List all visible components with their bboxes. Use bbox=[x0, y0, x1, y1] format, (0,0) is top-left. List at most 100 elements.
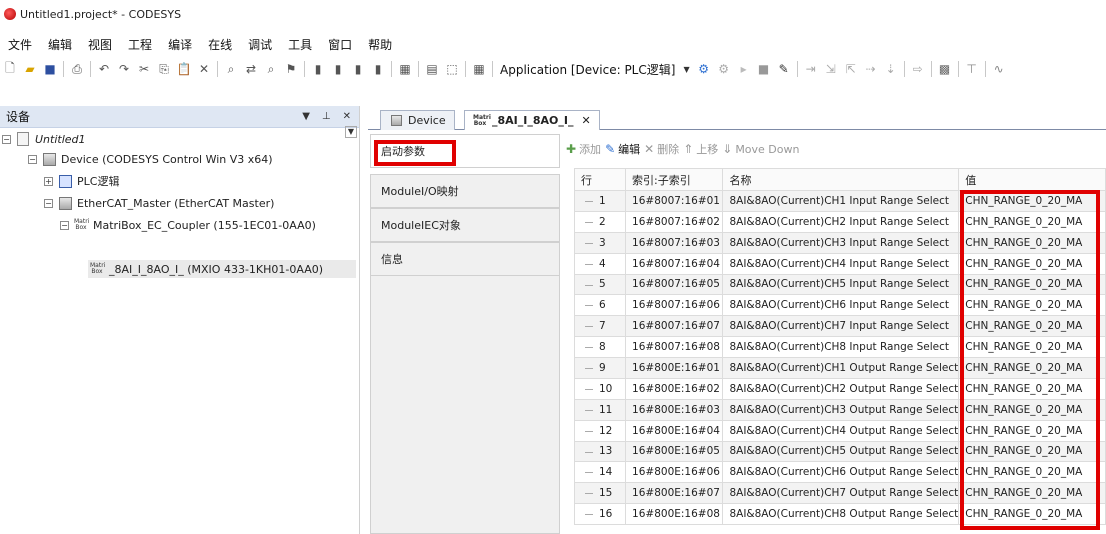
tab-io-module[interactable]: Matri Box _8AI_I_8AO_I_ ✕ bbox=[464, 110, 600, 130]
table-row[interactable]: 7 16#8007:16#07 8AI&8AO(Current)CH7 Input … bbox=[573, 315, 1106, 338]
copy-icon[interactable]: ⎘ bbox=[156, 61, 172, 77]
pane-menu-chevron-down-icon[interactable]: ▼ bbox=[302, 111, 310, 122]
cell-index[interactable]: 16#800E:16#08 bbox=[625, 503, 724, 525]
step-into-icon[interactable]: ⇲ bbox=[823, 61, 839, 77]
cell-index[interactable]: 16#8007:16#07 bbox=[625, 315, 724, 338]
tab-io-mapping[interactable]: ModuleI/O映射 bbox=[370, 174, 560, 208]
redo-icon[interactable]: ↷ bbox=[116, 61, 132, 77]
menu-edit[interactable]: 编辑 bbox=[40, 36, 80, 53]
menu-debug[interactable]: 调试 bbox=[240, 36, 280, 53]
pin-icon[interactable]: ⊥ bbox=[322, 111, 331, 122]
stop-icon[interactable]: ■ bbox=[756, 61, 772, 77]
cell-row-number[interactable]: 11 bbox=[573, 398, 627, 421]
cell-name[interactable]: 8AI&8AO(Current)CH7 Output Range Select bbox=[722, 482, 960, 505]
tab-iec-objects[interactable]: ModuleIEC对象 bbox=[370, 208, 560, 242]
cell-row-number[interactable]: 16 bbox=[573, 503, 627, 525]
logout-icon[interactable]: ⚙ bbox=[716, 61, 732, 77]
expand-icon[interactable]: + bbox=[44, 176, 53, 186]
write-values-icon[interactable]: ▩ bbox=[937, 61, 953, 77]
cell-index[interactable]: 16#8007:16#08 bbox=[625, 336, 724, 358]
calendar-icon[interactable]: ▦ bbox=[471, 61, 487, 77]
menu-view[interactable]: 视图 bbox=[80, 36, 120, 53]
new-file-icon[interactable]: 🗋 bbox=[2, 61, 18, 77]
add-button[interactable]: ✚ 添加 bbox=[566, 141, 601, 157]
force-values-icon[interactable]: ⊤ bbox=[964, 61, 980, 77]
cell-index[interactable]: 16#800E:16#03 bbox=[625, 398, 724, 421]
cell-value[interactable]: CHN_RANGE_0_20_MA bbox=[958, 315, 1106, 338]
edit-button[interactable]: ✎ 编辑 bbox=[605, 141, 640, 157]
table-row[interactable]: 3 16#8007:16#03 8AI&8AO(Current)CH3 Input … bbox=[573, 231, 1106, 254]
cell-index[interactable]: 16#8007:16#03 bbox=[625, 231, 724, 254]
cell-index[interactable]: 16#8007:16#04 bbox=[625, 252, 724, 275]
table-row[interactable]: 4 16#8007:16#04 8AI&8AO(Current)CH4 Input … bbox=[573, 252, 1106, 275]
insert-icon[interactable]: ▤ bbox=[424, 61, 440, 77]
menu-build[interactable]: 编译 bbox=[160, 36, 200, 53]
cell-name[interactable]: 8AI&8AO(Current)CH1 Output Range Select bbox=[722, 357, 960, 379]
menu-project[interactable]: 工程 bbox=[120, 36, 160, 53]
unforce-values-icon[interactable]: ∿ bbox=[991, 61, 1007, 77]
table-row[interactable]: 14 16#800E:16#06 8AI&8AO(Current)CH6 Outpu… bbox=[573, 461, 1106, 484]
cell-value[interactable]: CHN_RANGE_0_20_MA bbox=[958, 294, 1106, 317]
cell-row-number[interactable]: 10 bbox=[573, 377, 627, 400]
menu-window[interactable]: 窗口 bbox=[320, 36, 360, 53]
cell-name[interactable]: 8AI&8AO(Current)CH4 Input Range Select bbox=[722, 252, 960, 275]
cell-value[interactable]: CHN_RANGE_0_20_MA bbox=[958, 461, 1106, 484]
collapse-icon[interactable]: − bbox=[28, 154, 37, 164]
open-folder-icon[interactable]: ▰ bbox=[22, 61, 38, 77]
table-row[interactable]: 15 16#800E:16#07 8AI&8AO(Current)CH7 Outpu… bbox=[573, 482, 1106, 505]
cell-row-number[interactable]: 5 bbox=[573, 273, 627, 296]
tree-dropdown-chevron-down-icon[interactable]: ▼ bbox=[345, 126, 357, 138]
table-row[interactable]: 13 16#800E:16#05 8AI&8AO(Current)CH5 Outpu… bbox=[573, 440, 1106, 463]
cell-index[interactable]: 16#800E:16#04 bbox=[625, 419, 724, 442]
cell-value[interactable]: CHN_RANGE_0_20_MA bbox=[958, 252, 1106, 275]
table-row[interactable]: 5 16#8007:16#05 8AI&8AO(Current)CH5 Input … bbox=[573, 273, 1106, 296]
cut-icon[interactable]: ✂ bbox=[136, 61, 152, 77]
cell-index[interactable]: 16#8007:16#02 bbox=[625, 210, 724, 233]
cell-value[interactable]: CHN_RANGE_0_20_MA bbox=[958, 357, 1106, 379]
cell-index[interactable]: 16#800E:16#01 bbox=[625, 357, 724, 379]
cell-row-number[interactable]: 4 bbox=[573, 252, 627, 275]
collapse-icon[interactable]: − bbox=[2, 134, 11, 144]
cell-value[interactable]: CHN_RANGE_0_20_MA bbox=[958, 210, 1106, 233]
cell-value[interactable]: CHN_RANGE_0_20_MA bbox=[958, 231, 1106, 254]
undo-icon[interactable]: ↶ bbox=[96, 61, 112, 77]
cell-row-number[interactable]: 13 bbox=[573, 440, 627, 463]
bookmark-prev-icon[interactable]: ▮ bbox=[350, 61, 366, 77]
save-icon[interactable]: ■ bbox=[42, 61, 58, 77]
table-row[interactable]: 10 16#800E:16#02 8AI&8AO(Current)CH2 Outpu… bbox=[573, 377, 1106, 400]
collapse-icon[interactable]: − bbox=[44, 198, 53, 208]
cell-name[interactable]: 8AI&8AO(Current)CH6 Input Range Select bbox=[722, 294, 960, 317]
cell-name[interactable]: 8AI&8AO(Current)CH5 Output Range Select bbox=[722, 440, 960, 463]
cell-row-number[interactable]: 12 bbox=[573, 419, 627, 442]
column-header-name[interactable]: 名称 bbox=[722, 168, 960, 191]
menu-file[interactable]: 文件 bbox=[0, 36, 40, 53]
step-out-icon[interactable]: ⇱ bbox=[843, 61, 859, 77]
print-icon[interactable]: ⎙ bbox=[69, 61, 85, 77]
tab-startup-parameters[interactable]: 启动参数 bbox=[370, 134, 560, 168]
move-down-button[interactable]: ⇓ Move Down bbox=[722, 142, 799, 156]
table-row[interactable]: 1 16#8007:16#01 8AI&8AO(Current)CH1 Input … bbox=[573, 190, 1106, 212]
table-row[interactable]: 8 16#8007:16#08 8AI&8AO(Current)CH8 Input … bbox=[573, 336, 1106, 358]
table-row[interactable]: 6 16#8007:16#06 8AI&8AO(Current)CH6 Input … bbox=[573, 294, 1106, 317]
set-next-statement-icon[interactable]: ⇣ bbox=[883, 61, 899, 77]
active-application-label[interactable]: Application [Device: PLC逻辑] bbox=[500, 61, 675, 78]
bookmark-icon[interactable]: ⚑ bbox=[283, 61, 299, 77]
run-to-cursor-icon[interactable]: ⇢ bbox=[863, 61, 879, 77]
replace-icon[interactable]: ⇄ bbox=[243, 61, 259, 77]
cell-value[interactable]: CHN_RANGE_0_20_MA bbox=[958, 503, 1106, 525]
find-next-icon[interactable]: ⌕ bbox=[263, 61, 279, 77]
column-header-index[interactable]: 索引:子索引 bbox=[625, 168, 724, 191]
cell-row-number[interactable]: 1 bbox=[573, 190, 627, 212]
cell-name[interactable]: 8AI&8AO(Current)CH3 Input Range Select bbox=[722, 231, 960, 254]
cell-value[interactable]: CHN_RANGE_0_20_MA bbox=[958, 273, 1106, 296]
menu-tools[interactable]: 工具 bbox=[280, 36, 320, 53]
cell-value[interactable]: CHN_RANGE_0_20_MA bbox=[958, 440, 1106, 463]
bookmark-next-icon[interactable]: ▮ bbox=[330, 61, 346, 77]
bookmark-toggle-icon[interactable]: ▮ bbox=[310, 61, 326, 77]
cell-name[interactable]: 8AI&8AO(Current)CH7 Input Range Select bbox=[722, 315, 960, 338]
tree-node-project[interactable]: − Untitled1 bbox=[2, 130, 86, 148]
column-header-value[interactable]: 值 bbox=[958, 168, 1106, 191]
tree-node-io-module[interactable]: Matri Box _8AI_I_8AO_I_ (MXIO 433-1KH01-0… bbox=[90, 260, 323, 278]
cell-name[interactable]: 8AI&8AO(Current)CH8 Input Range Select bbox=[722, 336, 960, 358]
move-up-button[interactable]: ⇑ 上移 bbox=[683, 141, 718, 157]
